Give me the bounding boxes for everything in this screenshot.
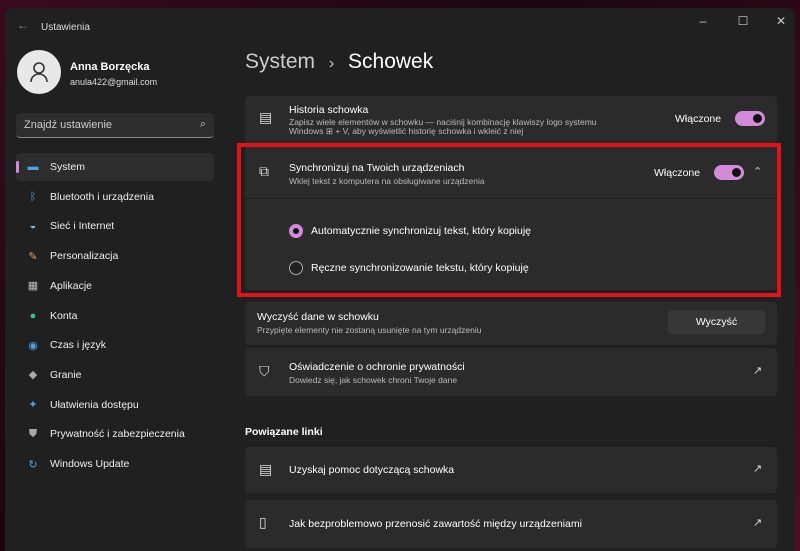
sidebar-item-personalizacja[interactable]: ✎ Personalizacja	[16, 242, 214, 270]
related-link-help[interactable]: ▤ Uzyskaj pomoc dotyczącą schowka ↗	[245, 447, 777, 493]
external-link-icon: ↗	[753, 365, 763, 377]
apps-icon: ▦	[27, 280, 39, 293]
sidebar-item-sieć[interactable]: ◒ Sieć i Internet	[16, 212, 214, 240]
sidebar-item-label: Granie	[50, 368, 82, 381]
history-toggle[interactable]	[735, 111, 765, 126]
globe-clock-icon: ◉	[28, 339, 38, 352]
person-icon	[30, 62, 48, 83]
shield-icon: ⛉	[259, 363, 270, 379]
user-name: Anna Borzęcka	[70, 61, 150, 73]
sidebar-item-label: Konta	[50, 309, 78, 322]
sidebar-item-ułatwienia[interactable]: ✦ Ułatwienia dostępu	[16, 391, 214, 419]
privacy-title: Oświadczenie o ochronie prywatności	[289, 361, 465, 373]
close-button[interactable]: ✕	[771, 14, 791, 28]
sidebar-item-label: Aplikacje	[50, 279, 93, 292]
external-link-icon: ↗	[753, 463, 763, 475]
accessibility-icon: ✦	[28, 399, 38, 412]
clipboard-history-card: ▤ Historia schowka Zapisz wiele elementó…	[245, 96, 777, 143]
breadcrumb: System › Schowek	[245, 50, 433, 74]
sidebar-item-label: Sieć i Internet	[50, 220, 115, 233]
sidebar-item-windows[interactable]: ↻ Windows Update	[16, 450, 214, 478]
clear-title: Wyczyść dane w schowku	[257, 311, 379, 323]
sidebar-item-czas[interactable]: ◉ Czas i język	[16, 331, 214, 359]
sidebar-item-label: Ułatwienia dostępu	[50, 398, 139, 411]
shield-icon: ⛊	[28, 427, 38, 440]
clear-desc: Przypięte elementy nie zostaną usunięte …	[257, 325, 482, 335]
account-icon: ●	[29, 309, 37, 322]
related-heading: Powiązane linki	[245, 426, 323, 438]
breadcrumb-separator: ›	[328, 55, 335, 72]
sidebar-item-bluetooth[interactable]: ᛒ Bluetooth i urządzenia	[16, 183, 214, 211]
sidebar-item-prywatność[interactable]: ⛊ Prywatność i zabezpieczenia	[16, 420, 214, 448]
sidebar-item-label: Prywatność i zabezpieczenia	[50, 428, 185, 441]
search-input[interactable]: Znajdź ustawienie ⌕	[16, 113, 214, 138]
clear-button[interactable]: Wyczyść	[668, 310, 765, 334]
gamepad-icon: ◆	[28, 369, 38, 382]
avatar[interactable]	[17, 50, 61, 94]
privacy-card[interactable]: ⛉ Oświadczenie o ochronie prywatności Do…	[245, 348, 777, 396]
history-state: Włączone	[675, 113, 722, 125]
wifi-icon: ◒	[29, 220, 37, 233]
clear-card: Wyczyść dane w schowku Przypięte element…	[245, 302, 777, 345]
sidebar-item-granie[interactable]: ◆ Granie	[16, 361, 214, 389]
back-button[interactable]: ←	[17, 18, 29, 32]
link-label: Uzyskaj pomoc dotyczącą schowka	[289, 464, 455, 476]
sidebar-item-label: Personalizacja	[50, 250, 119, 263]
history-title: Historia schowka	[289, 104, 369, 116]
sidebar-item-aplikacje[interactable]: ▦ Aplikacje	[16, 272, 214, 300]
sidebar-item-system[interactable]: ▬ System	[16, 153, 214, 181]
minimize-button[interactable]: –	[693, 14, 713, 28]
sidebar-item-konta[interactable]: ● Konta	[16, 302, 214, 330]
user-email: anula422@gmail.com	[70, 77, 158, 87]
external-link-icon: ↗	[753, 517, 763, 529]
clipboard-list-icon: ▤	[259, 461, 273, 477]
breadcrumb-parent[interactable]: System	[245, 50, 315, 73]
privacy-desc: Dowiedz się, jak schowek chroni Twoje da…	[289, 375, 458, 385]
settings-window: ← Ustawienia – ☐ ✕ Anna Borzęcka anula42…	[5, 8, 795, 551]
sidebar-item-label: Bluetooth i urządzenia	[50, 190, 154, 203]
window-title: Ustawienia	[41, 22, 90, 33]
history-desc-2: Windows ⊞ + V, aby wyświetlić historię s…	[289, 126, 524, 136]
clipboard-icon: ▯	[259, 514, 267, 530]
sidebar-item-label: Windows Update	[50, 458, 130, 470]
search-placeholder: Znajdź ustawienie	[24, 119, 113, 131]
search-icon: ⌕	[199, 118, 206, 130]
bluetooth-icon: ᛒ	[29, 190, 37, 203]
update-icon: ↻	[28, 458, 38, 471]
clipboard-list-icon: ▤	[259, 109, 273, 125]
brush-icon: ✎	[28, 250, 38, 263]
monitor-icon: ▬	[27, 161, 39, 173]
sidebar-item-label: System	[50, 161, 86, 173]
link-label: Jak bezproblemowo przenosić zawartość mi…	[289, 518, 582, 530]
related-link-transfer[interactable]: ▯ Jak bezproblemowo przenosić zawartość …	[245, 500, 777, 548]
highlight-box	[237, 143, 781, 297]
maximize-button[interactable]: ☐	[733, 14, 753, 28]
page-title: Schowek	[348, 50, 434, 73]
sidebar-item-label: Czas i język	[50, 339, 107, 352]
